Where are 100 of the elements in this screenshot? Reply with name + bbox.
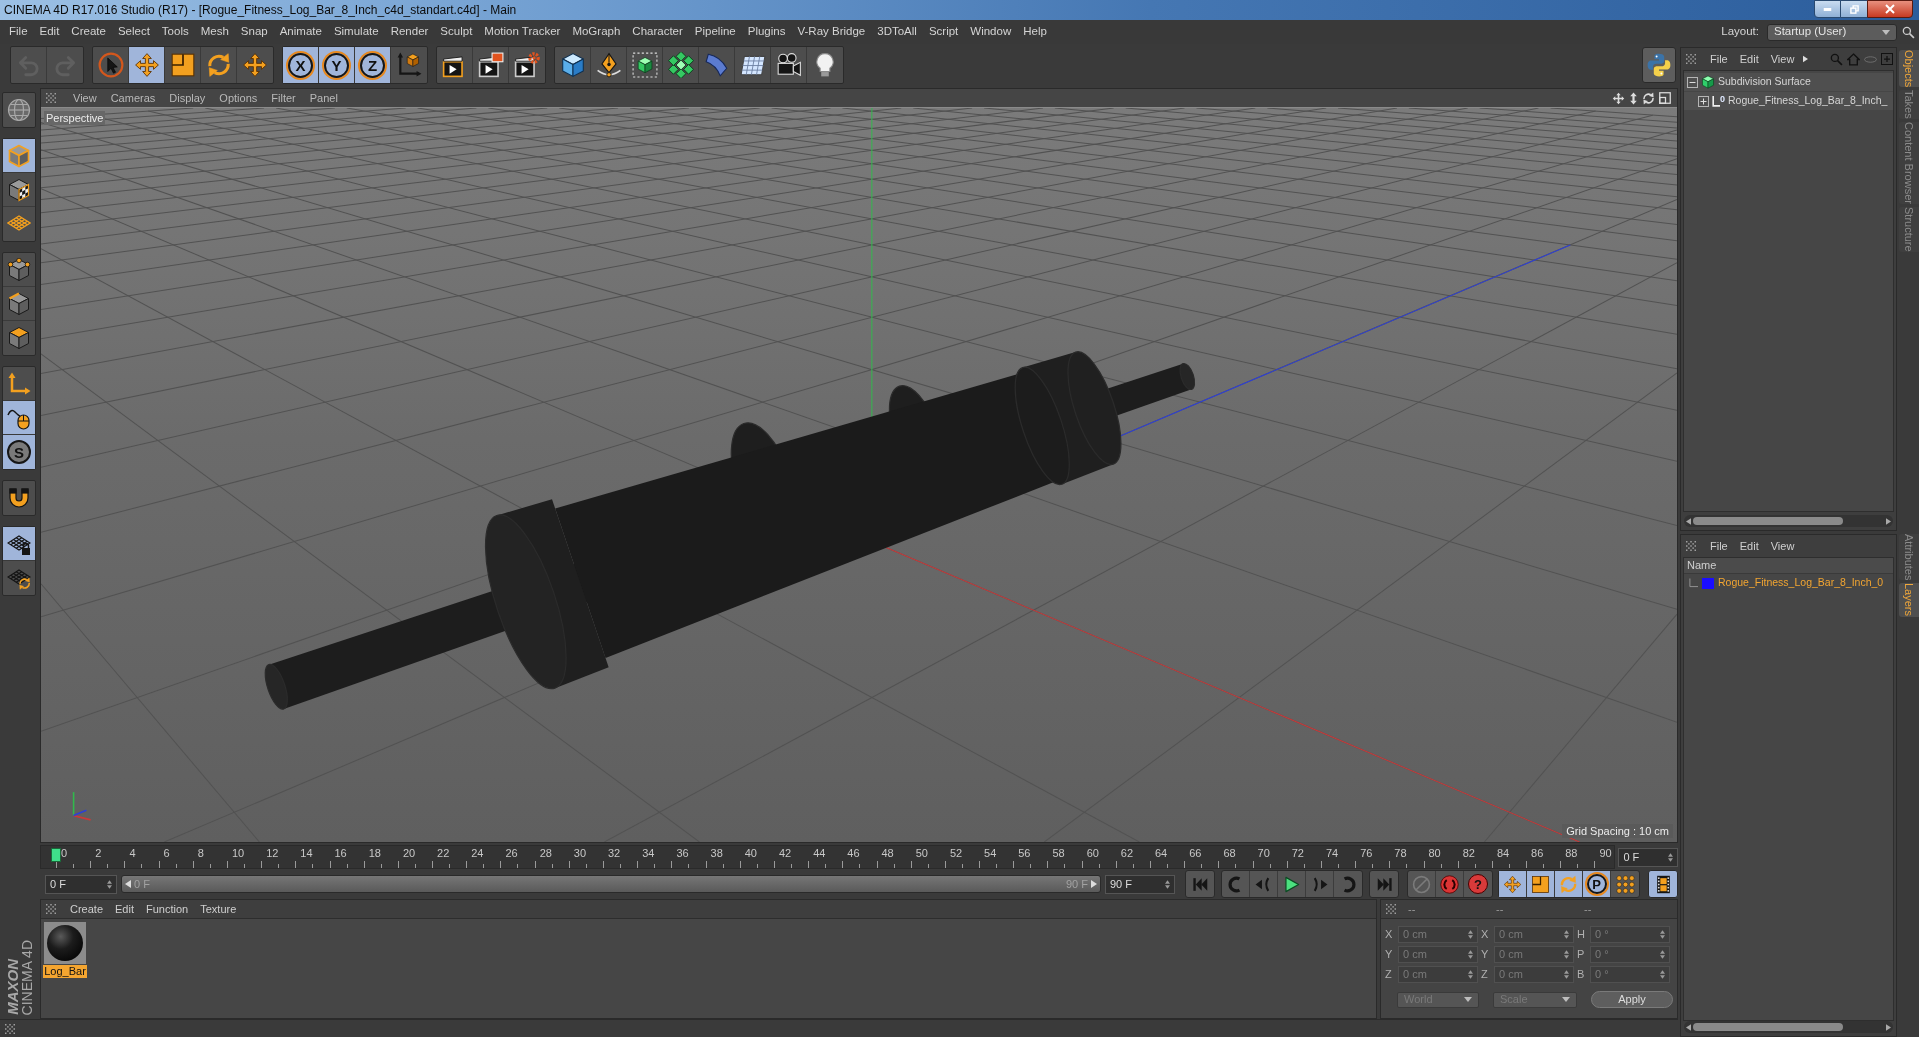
object-row[interactable]: 0 Rogue_Fitness_Log_Bar_8_Inch_ — [1684, 92, 1893, 110]
scroll-right-icon[interactable] — [1886, 1023, 1891, 1031]
minimize-button[interactable] — [1814, 0, 1841, 18]
menu-item[interactable]: Plugins — [741, 20, 792, 44]
make-editable-button[interactable] — [2, 92, 36, 128]
side-tab[interactable]: Objects — [1899, 50, 1919, 88]
current-frame-field[interactable]: 0 F — [1618, 847, 1678, 867]
menu-item[interactable]: MoGraph — [566, 20, 627, 44]
menu-item[interactable]: Script — [922, 20, 965, 44]
name-column-header[interactable]: Name — [1684, 558, 1893, 574]
horizontal-scrollbar[interactable] — [1684, 1021, 1893, 1033]
layout-dropdown[interactable]: Startup (User) — [1767, 23, 1897, 41]
workplane-lock-button[interactable] — [3, 527, 35, 561]
panel-grip-icon[interactable] — [46, 904, 56, 914]
search-icon[interactable] — [1902, 25, 1915, 39]
up-down-arrow-icon[interactable] — [1629, 91, 1638, 105]
end-frame-field[interactable]: 90 F — [1105, 874, 1175, 894]
rotation-key-button[interactable] — [1555, 871, 1583, 897]
right-triangle-icon[interactable] — [1803, 55, 1809, 63]
menu-item[interactable]: Mesh — [194, 20, 235, 44]
menu-item[interactable]: Create — [64, 900, 110, 918]
nested-squares-icon[interactable] — [1659, 92, 1671, 104]
menu-item[interactable]: Filter — [264, 89, 303, 107]
scroll-left-icon[interactable] — [1686, 517, 1691, 525]
object-row[interactable]: Subdivision Surface — [1684, 73, 1893, 91]
menu-item[interactable]: Select — [111, 20, 156, 44]
spinner-arrows-icon[interactable] — [107, 879, 112, 889]
four-way-arrow-icon[interactable] — [1612, 91, 1625, 105]
go-to-end-button[interactable] — [1369, 870, 1399, 898]
magnet-button[interactable] — [2, 480, 36, 516]
menu-item[interactable]: Pipeline — [688, 20, 742, 44]
panel-grip-icon[interactable] — [1386, 904, 1396, 914]
menu-item[interactable]: Edit — [109, 900, 140, 918]
menu-item[interactable]: Display — [162, 89, 213, 107]
menu-item[interactable]: Help — [1017, 20, 1053, 44]
frame-tick-label: 64 — [1154, 846, 1168, 859]
menu-item[interactable]: Panel — [302, 89, 345, 107]
menu-item[interactable]: Animate — [273, 20, 328, 44]
position-key-button[interactable] — [1499, 871, 1527, 897]
menu-item[interactable]: Function — [140, 900, 195, 918]
axis-lock-button[interactable]: Y — [319, 47, 355, 83]
panel-grip-icon[interactable] — [1686, 541, 1696, 551]
menu-item[interactable]: Render — [384, 20, 435, 44]
menu-item[interactable]: Motion Tracker — [478, 20, 567, 44]
menu-item[interactable]: View — [1764, 50, 1801, 68]
material-name-label[interactable]: Log_Bar — [43, 965, 87, 978]
menu-item[interactable]: View — [1764, 537, 1801, 555]
menu-item[interactable]: 3DToAll — [871, 20, 923, 44]
scrollbar-thumb[interactable] — [1693, 517, 1843, 525]
menu-item[interactable]: V-Ray Bridge — [791, 20, 872, 44]
scrollbar-thumb[interactable] — [1693, 1023, 1843, 1031]
menu-item[interactable]: Texture — [194, 900, 243, 918]
menu-item[interactable]: File — [3, 20, 34, 44]
scroll-left-icon[interactable] — [1686, 1023, 1691, 1031]
go-to-start-button[interactable] — [1185, 870, 1215, 898]
scroll-right-icon[interactable] — [1886, 517, 1891, 525]
viewport-canvas[interactable]: Perspective Grid Spacing : 10 cm — [41, 107, 1677, 842]
axis-lock-button[interactable]: Z — [355, 47, 391, 83]
panel-grip-icon[interactable] — [5, 1023, 15, 1034]
spinner-arrows-icon[interactable] — [1165, 879, 1170, 889]
parameter-key-button[interactable]: P — [1583, 871, 1611, 897]
menu-item[interactable]: Window — [964, 20, 1018, 44]
menu-item[interactable]: File — [1704, 50, 1734, 68]
expand-toggle-icon[interactable] — [1698, 95, 1709, 107]
logo-button[interactable] — [1642, 47, 1676, 83]
close-button[interactable] — [1867, 0, 1913, 18]
playhead-marker[interactable] — [51, 848, 61, 862]
sphere-icon[interactable] — [44, 922, 86, 964]
snap-button[interactable]: S — [3, 435, 35, 469]
menu-item[interactable]: Snap — [234, 20, 274, 44]
menu-item[interactable]: Character — [626, 20, 689, 44]
timeline-ruler[interactable]: 0 2 4 6 8 10 12 14 16 18 20 22 24 26 28 30 32 34 36 38 40 42 44 46 48 50 52 54 56 58 60 62 64 66 68 70 72 74 76 78 80 82 84 86 88 90 — [40, 845, 1616, 869]
start-frame-field[interactable]: 0 F — [45, 874, 117, 894]
restore-button[interactable] — [1841, 0, 1867, 18]
panel-grip-icon[interactable] — [1686, 54, 1696, 64]
panel-grip-icon[interactable] — [46, 93, 56, 103]
menu-item[interactable]: Sculpt — [434, 20, 479, 44]
collapse-toggle-icon[interactable] — [1687, 76, 1698, 88]
horizontal-scrollbar[interactable] — [1684, 515, 1893, 527]
menu-item[interactable]: Options — [212, 89, 265, 107]
move-button[interactable] — [129, 47, 165, 83]
scale-key-button[interactable] — [1527, 871, 1555, 897]
axis-lock-button[interactable]: X — [283, 47, 319, 83]
menu-item[interactable]: Edit — [1733, 537, 1765, 555]
menu-item[interactable]: Edit — [33, 20, 66, 44]
layer-color-swatch[interactable] — [1702, 577, 1714, 589]
menu-item[interactable]: Edit — [1733, 50, 1765, 68]
spinner-arrows-icon[interactable] — [1668, 852, 1673, 862]
layer-row[interactable]: Rogue_Fitness_Log_Bar_8_Inch_0 — [1684, 574, 1893, 592]
menu-item[interactable]: Cameras — [103, 89, 163, 107]
circular-arrows-icon[interactable] — [1642, 91, 1655, 105]
menu-item[interactable]: Simulate — [327, 20, 385, 44]
timeline-button[interactable] — [1648, 870, 1678, 898]
menu-item[interactable]: File — [1704, 537, 1734, 555]
side-tab[interactable]: Layers — [1899, 583, 1919, 617]
tweak-button[interactable] — [3, 401, 35, 435]
menu-item[interactable]: View — [66, 89, 104, 107]
menu-item[interactable]: Tools — [155, 20, 195, 44]
menu-item[interactable]: Create — [65, 20, 112, 44]
model-button[interactable] — [3, 139, 35, 173]
